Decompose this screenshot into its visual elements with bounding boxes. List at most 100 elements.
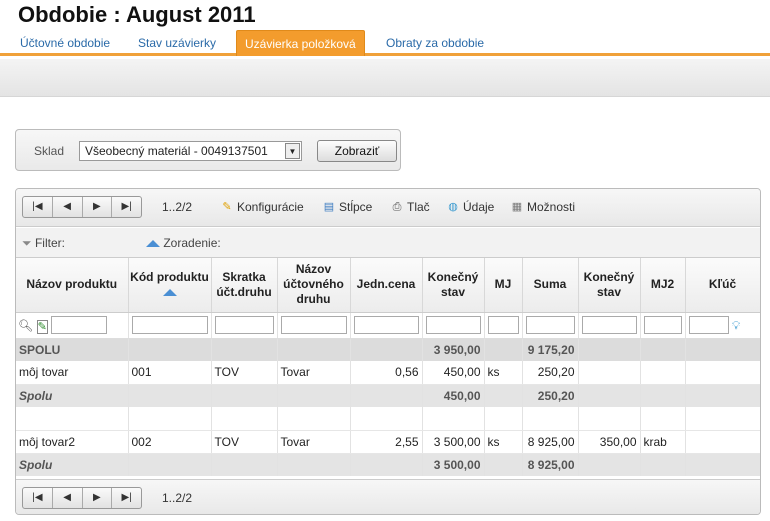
warehouse-selected-value: Všeobecný materiál - 0049137501 — [85, 144, 268, 158]
subtotal-label: Spolu — [16, 453, 129, 476]
filter-input-mj[interactable] — [487, 316, 519, 334]
prev-page-icon[interactable]: ◀ — [53, 197, 83, 217]
cell-kluc — [685, 430, 760, 454]
filter-bar: ⏷ Filter: Zoradenie: — [16, 228, 760, 258]
next-page-icon[interactable]: ▶ — [83, 197, 113, 217]
config-button[interactable]: ✎ Konfigurácie — [220, 200, 304, 214]
cell-nazov: môj tovar — [16, 361, 129, 385]
cell-kluc — [685, 361, 760, 385]
filter-input-mj2[interactable] — [643, 316, 682, 334]
cell-kod: 002 — [128, 430, 212, 454]
filter-input-stav[interactable] — [425, 316, 481, 334]
subtotal-row: Spolu 450,00 250,20 — [16, 384, 760, 407]
warehouse-panel: Sklad Všeobecný materiál - 0049137501 ▼ … — [15, 129, 401, 171]
tab-uctovne-obdobie[interactable]: Účtovné obdobie — [12, 30, 118, 56]
filter-input-druh[interactable] — [280, 316, 347, 334]
funnel-icon: ⏷ — [22, 236, 32, 250]
filter-cell — [522, 312, 579, 339]
prev-page-icon[interactable]: ◀ — [53, 488, 83, 508]
spacer-row — [16, 407, 760, 431]
cell-stav: 450,00 — [422, 361, 485, 385]
cell-cena: 0,56 — [350, 361, 423, 385]
filter-input-kod[interactable] — [131, 316, 208, 334]
tab-uzavierka-polozkova[interactable]: Uzávierka položková — [236, 30, 365, 56]
sort-toggle[interactable]: Zoradenie: — [146, 236, 221, 250]
cell-stav2: 350,00 — [578, 430, 641, 454]
col-skratka[interactable]: Skratka účt.druhu — [211, 258, 278, 313]
cell-kod: 001 — [128, 361, 212, 385]
filter-label: Filter: — [34, 236, 65, 250]
col-nazov-produktu[interactable]: Názov produktu — [16, 258, 129, 313]
page-info-bottom: 1..2/2 — [162, 491, 193, 505]
print-label: Tlač — [407, 200, 430, 214]
warehouse-select[interactable]: Všeobecný materiál - 0049137501 ▼ — [79, 141, 302, 161]
filter-row: 🔍︎ ✎ 💡︎ — [16, 312, 760, 339]
col-jedn-cena[interactable]: Jedn.cena — [350, 258, 423, 313]
filter-cell — [211, 312, 278, 339]
sort-label: Zoradenie: — [163, 236, 221, 250]
col-kod-produktu[interactable]: Kód produktu — [128, 258, 212, 313]
subtotal-suma: 8 925,00 — [522, 453, 579, 476]
filter-input-nazov[interactable] — [51, 316, 108, 334]
grid-footer: |◀ ◀ ▶ ▶| 1..2/2 — [16, 479, 760, 514]
print-button[interactable]: ⎙ Tlač — [390, 200, 430, 214]
filter-input-suma[interactable] — [525, 316, 575, 334]
cell-stav2 — [578, 361, 641, 385]
last-page-icon[interactable]: ▶| — [112, 197, 141, 217]
pager-bottom: |◀ ◀ ▶ ▶| — [22, 487, 142, 509]
filter-cell — [422, 312, 485, 339]
document-icon: ▦ — [511, 201, 523, 213]
next-page-icon[interactable]: ▶ — [83, 488, 113, 508]
table-row[interactable]: môj tovar2 002 TOV Tovar 2,55 3 500,00 k… — [16, 430, 760, 454]
filter-input-kluc[interactable] — [688, 316, 729, 334]
filter-cell — [578, 312, 641, 339]
filter-input-skratka[interactable] — [214, 316, 274, 334]
col-konecny-stav[interactable]: Konečný stav — [422, 258, 485, 313]
table-row[interactable]: môj tovar 001 TOV Tovar 0,56 450,00 ks 2… — [16, 361, 760, 385]
filter-cell — [350, 312, 423, 339]
grand-total-row: SPOLU 3 950,00 9 175,20 — [16, 338, 760, 361]
cell-nazov: môj tovar2 — [16, 430, 129, 454]
tab-stav-uzavierky[interactable]: Stav uzávierky — [130, 30, 224, 56]
page-title: Obdobie : August 2011 — [18, 2, 256, 27]
cell-mj2: krab — [640, 430, 686, 454]
last-page-icon[interactable]: ▶| — [112, 488, 141, 508]
first-page-icon[interactable]: |◀ — [23, 488, 53, 508]
col-konecny-stav-2[interactable]: Konečný stav — [578, 258, 641, 313]
subtotal-stav: 3 500,00 — [422, 453, 485, 476]
col-mj2[interactable]: MJ2 — [640, 258, 686, 313]
warehouse-label: Sklad — [34, 144, 65, 158]
header-band — [0, 59, 770, 97]
col-nazov-druhu[interactable]: Názov účtovného druhu — [277, 258, 351, 313]
tab-obraty-za-obdobie[interactable]: Obraty za obdobie — [378, 30, 492, 56]
col-mj[interactable]: MJ — [484, 258, 523, 313]
first-page-icon[interactable]: |◀ — [23, 197, 53, 217]
options-button[interactable]: ▦ Možnosti — [510, 200, 575, 214]
col-suma[interactable]: Suma — [522, 258, 579, 313]
clear-filter-icon[interactable]: ✎ — [36, 319, 48, 334]
show-button[interactable]: Zobraziť — [317, 140, 397, 162]
columns-icon: ▤ — [323, 201, 335, 213]
dropdown-arrow-icon[interactable]: ▼ — [285, 143, 300, 159]
sort-asc-icon — [146, 240, 160, 248]
grand-total-stav: 3 950,00 — [422, 338, 485, 361]
grid-toolbar: |◀ ◀ ▶ ▶| 1..2/2 ✎ Konfigurácie ▤ Stĺpce… — [16, 189, 760, 227]
pencil-icon: ✎ — [222, 201, 232, 213]
col-kluc[interactable]: Kľúč — [685, 258, 760, 313]
data-button[interactable]: ◍ Údaje — [446, 200, 494, 214]
data-label: Údaje — [463, 200, 495, 214]
printer-icon: ⎙ — [392, 201, 402, 213]
cell-mj: ks — [484, 361, 523, 385]
subtotal-label: Spolu — [16, 384, 129, 407]
columns-button[interactable]: ▤ Stĺpce — [322, 200, 373, 214]
filter-input-stav2[interactable] — [581, 316, 637, 334]
header-row: Názov produktu Kód produktu Skratka účt.… — [16, 258, 760, 313]
filter-cell — [484, 312, 523, 339]
filter-toggle[interactable]: ⏷ Filter: — [22, 236, 65, 251]
filter-input-cena[interactable] — [353, 316, 419, 334]
search-icon[interactable]: 🔍︎ — [18, 319, 33, 333]
lightbulb-icon[interactable]: 💡︎ — [732, 319, 740, 333]
filter-cell — [640, 312, 686, 339]
col-kod-label: Kód produktu — [130, 269, 209, 284]
config-label: Konfigurácie — [237, 200, 304, 214]
